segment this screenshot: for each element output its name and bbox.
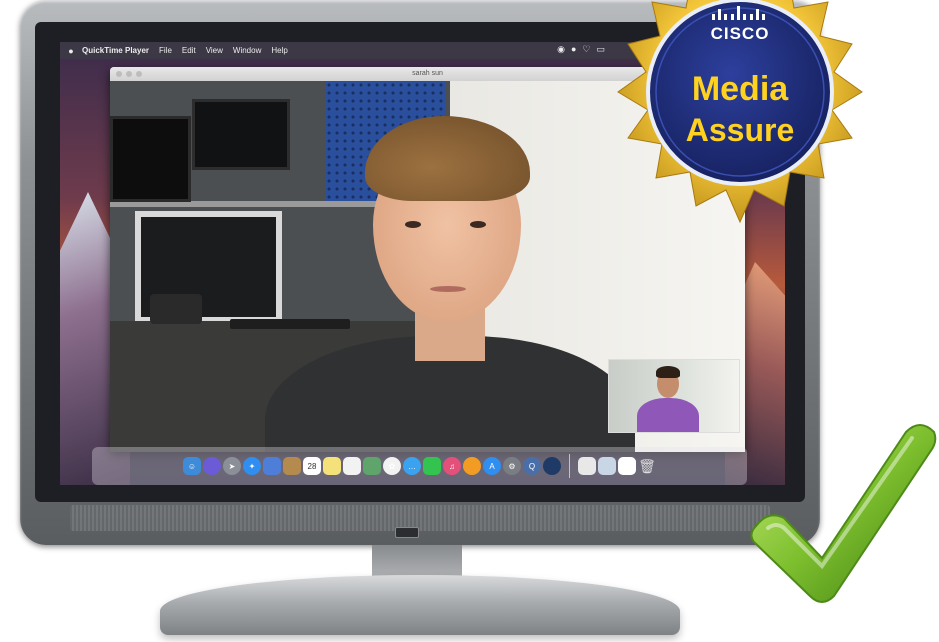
dock-separator <box>569 454 570 478</box>
launchpad-icon[interactable]: ➤ <box>223 457 241 475</box>
desk-phone <box>150 294 202 324</box>
file-icon[interactable] <box>618 457 636 475</box>
minimize-button[interactable] <box>126 71 132 77</box>
video-app-icon[interactable] <box>543 457 561 475</box>
close-button[interactable] <box>116 71 122 77</box>
facetime-icon[interactable] <box>423 457 441 475</box>
monitor-stand-base <box>160 575 680 635</box>
calendar-day: 28 <box>307 461 317 471</box>
keyboard <box>230 319 350 329</box>
menu-file[interactable]: File <box>159 46 172 55</box>
status-icons: ◉ ● ♡ ▭ <box>557 44 605 55</box>
photo-app-icon[interactable] <box>263 457 281 475</box>
document-icon[interactable] <box>578 457 596 475</box>
window-title: sarah sun <box>412 70 443 77</box>
self-view-pip[interactable] <box>608 359 740 433</box>
app-menu-quicktime[interactable]: QuickTime Player <box>82 46 149 55</box>
photos-icon[interactable]: ✿ <box>383 457 401 475</box>
record-status-icon[interactable]: ◉ <box>557 44 565 55</box>
safari-icon[interactable]: ✦ <box>243 457 261 475</box>
badge-line-media: Media <box>691 70 789 108</box>
siri-status-icon[interactable]: ● <box>571 44 576 55</box>
finder-icon[interactable]: ☺ <box>183 457 201 475</box>
window-preview-icon[interactable] <box>598 457 616 475</box>
badge-line-assure: Assure <box>685 112 795 148</box>
ibooks-icon[interactable] <box>463 457 481 475</box>
person-mouth <box>430 286 466 292</box>
system-preferences-icon[interactable]: ⚙ <box>503 457 521 475</box>
quicktime-icon[interactable]: Q <box>523 457 541 475</box>
media-assure-badge: CISCO Media Assure <box>600 0 880 240</box>
pip-person-hair <box>656 366 680 378</box>
lab-monitor <box>192 99 290 170</box>
messages-icon[interactable]: … <box>403 457 421 475</box>
person-eye <box>470 221 486 228</box>
apple-menu-icon[interactable]: ● <box>60 46 82 56</box>
app-store-icon[interactable]: A <box>483 457 501 475</box>
reminders-icon[interactable] <box>343 457 361 475</box>
dock: ☺ ➤ ✦ 28 ✿ … ♫ A ⚙ Q 🗑 <box>92 447 747 485</box>
lab-monitor <box>110 116 191 202</box>
menu-window[interactable]: Window <box>233 46 261 55</box>
itunes-icon[interactable]: ♫ <box>443 457 461 475</box>
pip-person-body <box>637 398 699 432</box>
contacts-icon[interactable] <box>283 457 301 475</box>
maps-icon[interactable] <box>363 457 381 475</box>
cisco-logo-text: CISCO <box>710 24 770 43</box>
menu-view[interactable]: View <box>206 46 223 55</box>
calendar-icon[interactable]: 28 <box>303 457 321 475</box>
monitor-logo-plate <box>395 527 419 538</box>
window-controls <box>116 71 142 77</box>
siri-icon[interactable] <box>203 457 221 475</box>
person-eye <box>405 221 421 228</box>
menu-help[interactable]: Help <box>271 46 287 55</box>
checkmark-icon <box>750 424 937 603</box>
notes-icon[interactable] <box>323 457 341 475</box>
zoom-button[interactable] <box>136 71 142 77</box>
monitor-speaker-grille <box>70 505 770 531</box>
menu-edit[interactable]: Edit <box>182 46 196 55</box>
trash-icon[interactable]: 🗑 <box>638 457 656 475</box>
wifi-status-icon[interactable]: ♡ <box>582 44 590 55</box>
